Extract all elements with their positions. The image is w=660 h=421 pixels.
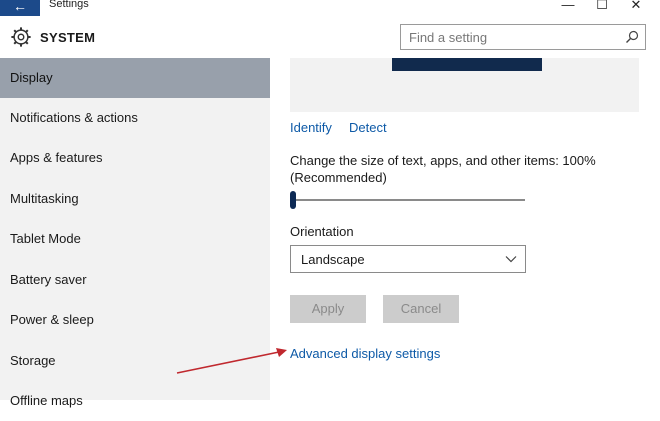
close-button[interactable]: ✕ xyxy=(619,0,653,13)
maximize-button[interactable]: ☐ xyxy=(585,0,619,13)
cancel-button[interactable]: Cancel xyxy=(383,295,459,323)
sidebar-item-label: Battery saver xyxy=(10,272,87,287)
monitor-thumbnail[interactable] xyxy=(392,58,542,71)
sidebar-item-notifications[interactable]: Notifications & actions xyxy=(0,98,270,138)
sidebar-item-label: Storage xyxy=(10,353,56,368)
apply-button[interactable]: Apply xyxy=(290,295,366,323)
advanced-display-settings-link[interactable]: Advanced display settings xyxy=(290,346,440,361)
orientation-label: Orientation xyxy=(290,224,354,239)
sidebar-item-tablet-mode[interactable]: Tablet Mode xyxy=(0,219,270,259)
search-icon[interactable] xyxy=(625,30,639,44)
gear-icon xyxy=(11,27,31,47)
header: SYSTEM xyxy=(0,16,660,58)
chevron-down-icon xyxy=(505,256,517,263)
sidebar-item-battery-saver[interactable]: Battery saver xyxy=(0,260,270,300)
scale-label-recommended: (Recommended) xyxy=(290,170,387,185)
display-preview xyxy=(290,58,639,112)
identify-link[interactable]: Identify xyxy=(290,120,332,135)
sidebar-item-display[interactable]: Display xyxy=(0,58,270,98)
sidebar-item-label: Power & sleep xyxy=(10,312,94,327)
sidebar-item-offline-maps[interactable]: Offline maps xyxy=(0,381,270,421)
sidebar-item-multitasking[interactable]: Multitasking xyxy=(0,179,270,219)
orientation-dropdown[interactable]: Landscape xyxy=(290,245,526,273)
section-title: SYSTEM xyxy=(40,30,96,45)
sidebar-item-label: Tablet Mode xyxy=(10,231,81,246)
window-title: Settings xyxy=(49,0,89,10)
scale-slider[interactable] xyxy=(290,199,525,201)
search-input[interactable] xyxy=(409,29,619,45)
annotation-arrow xyxy=(176,348,287,374)
sidebar-item-apps-features[interactable]: Apps & features xyxy=(0,138,270,178)
back-arrow-icon: ← xyxy=(13,0,27,14)
sidebar-item-label: Offline maps xyxy=(10,393,83,408)
back-button[interactable]: ← xyxy=(0,0,40,16)
search-box[interactable] xyxy=(400,24,646,50)
orientation-value: Landscape xyxy=(301,252,365,267)
sidebar-item-label: Display xyxy=(10,70,53,85)
sidebar-item-label: Multitasking xyxy=(10,191,79,206)
display-settings-panel: Identify Detect Change the size of text,… xyxy=(270,58,660,400)
scale-slider-thumb[interactable] xyxy=(290,191,296,209)
sidebar-item-power-sleep[interactable]: Power & sleep xyxy=(0,300,270,340)
detect-link[interactable]: Detect xyxy=(349,120,387,135)
sidebar-item-label: Notifications & actions xyxy=(10,110,138,125)
minimize-button[interactable]: — xyxy=(551,0,585,13)
scale-label: Change the size of text, apps, and other… xyxy=(290,153,596,168)
title-bar: ← Settings — ☐ ✕ xyxy=(0,0,660,16)
sidebar-item-label: Apps & features xyxy=(10,150,103,165)
